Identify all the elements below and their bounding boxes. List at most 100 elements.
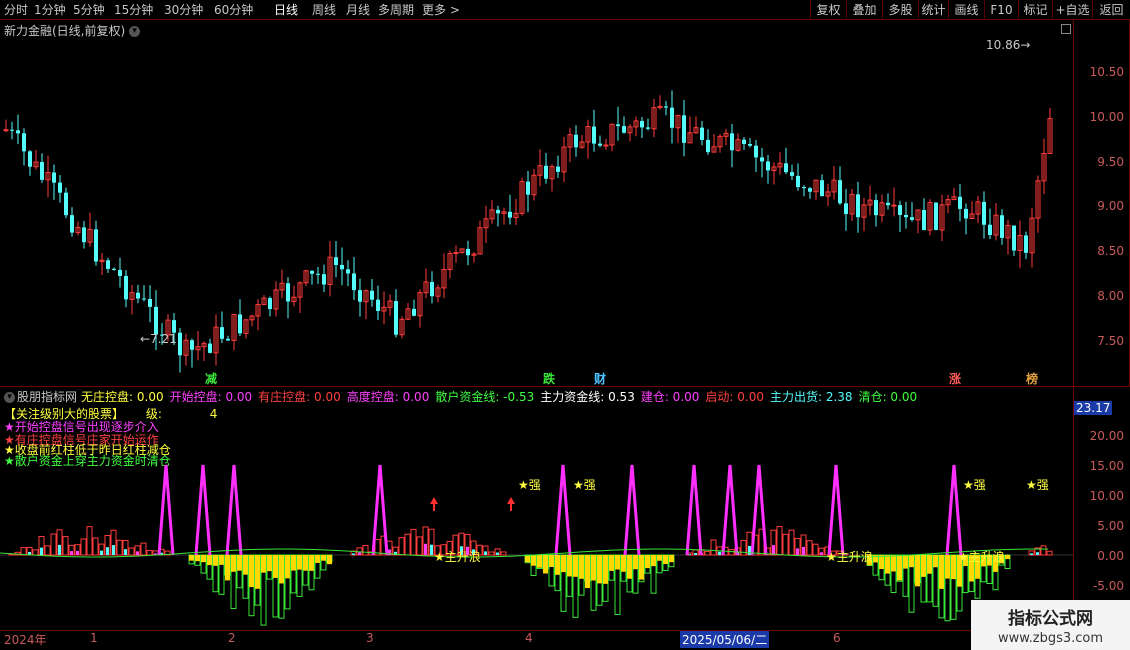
candle-body xyxy=(603,144,609,147)
event-mark-bang[interactable]: 榜 xyxy=(1026,370,1038,387)
candle-body xyxy=(934,202,938,230)
event-mark-cai[interactable]: 财 xyxy=(594,370,606,387)
rise-label: ★主升浪 xyxy=(434,550,481,564)
candle-body xyxy=(226,338,230,341)
candle-body xyxy=(394,301,398,335)
candle-body xyxy=(340,264,344,270)
candle-body xyxy=(898,205,902,215)
negative-bar xyxy=(213,555,218,566)
candle-body xyxy=(526,181,530,195)
negative-bar xyxy=(309,555,314,571)
negative-bar xyxy=(321,555,326,561)
negative-bar xyxy=(207,555,212,566)
capital-bar xyxy=(58,544,61,555)
candle-body xyxy=(40,162,44,180)
negative-bar xyxy=(585,555,590,589)
indicator-current-value: 23.17 xyxy=(1074,401,1112,415)
price-tick: 8.50 xyxy=(1097,244,1124,258)
candle-body xyxy=(622,126,626,133)
capital-bar xyxy=(40,547,43,555)
capital-bar xyxy=(100,550,103,555)
candle-body xyxy=(238,314,242,334)
indicator-chart[interactable] xyxy=(0,387,1073,630)
control-bar xyxy=(1046,550,1053,556)
date-label: 6 xyxy=(833,631,841,645)
candle-body xyxy=(922,210,926,231)
candle-body xyxy=(118,269,122,276)
period-1min[interactable]: 1分钟 xyxy=(34,2,66,18)
candle-body xyxy=(616,124,620,127)
candle-body xyxy=(574,134,578,148)
period-more[interactable]: 更多 > xyxy=(422,2,460,18)
capital-bar xyxy=(106,547,109,555)
event-mark-jian[interactable]: 减 xyxy=(205,370,217,387)
draw-line-button[interactable]: 画线 xyxy=(948,0,984,20)
negative-bar xyxy=(525,555,530,563)
period-60min[interactable]: 60分钟 xyxy=(214,2,253,18)
candle-body xyxy=(466,248,470,256)
rise-label: ★主升浪 xyxy=(958,550,1005,564)
control-bar xyxy=(404,533,411,556)
f10-button[interactable]: F10 xyxy=(984,0,1018,20)
candle-body xyxy=(28,151,32,167)
candle-body xyxy=(148,298,152,307)
capital-bar xyxy=(430,544,433,555)
watermark-url: www.zbgs3.com xyxy=(997,631,1104,646)
negative-bar xyxy=(327,555,332,565)
negative-bar xyxy=(903,555,908,569)
control-bar xyxy=(146,550,153,556)
price-tick: 10.50 xyxy=(1089,65,1124,79)
candle-body xyxy=(670,107,674,128)
event-mark-die[interactable]: 跌 xyxy=(543,370,555,387)
period-multi[interactable]: 多周期 xyxy=(378,2,414,18)
back-button[interactable]: 返回 xyxy=(1092,0,1130,20)
period-fenshi[interactable]: 分时 xyxy=(4,2,28,18)
candle-body xyxy=(1000,215,1004,238)
multi-stock-button[interactable]: 多股 xyxy=(882,0,918,20)
capital-bar xyxy=(796,548,799,555)
add-watchlist-button[interactable]: +自选 xyxy=(1052,0,1092,20)
candle-body xyxy=(808,188,812,192)
candle-body xyxy=(640,120,644,128)
negative-bar xyxy=(303,555,308,571)
candle-body xyxy=(508,211,512,218)
candle-body xyxy=(496,209,500,214)
overlay-button[interactable]: 叠加 xyxy=(846,0,882,20)
candle-body xyxy=(124,275,128,300)
control-bar xyxy=(710,539,717,556)
mark-button[interactable]: 标记 xyxy=(1018,0,1052,20)
event-mark-zhang[interactable]: 涨 xyxy=(949,370,961,387)
negative-bar xyxy=(231,555,236,572)
period-monthly[interactable]: 月线 xyxy=(346,2,370,18)
stats-button[interactable]: 统计 xyxy=(918,0,948,20)
candle-body xyxy=(334,257,338,265)
control-bar xyxy=(812,543,819,556)
price-tick: 9.00 xyxy=(1097,199,1124,213)
candle-body xyxy=(988,224,992,236)
period-weekly[interactable]: 周线 xyxy=(312,2,336,18)
control-bar xyxy=(80,538,87,556)
period-30min[interactable]: 30分钟 xyxy=(164,2,203,18)
control-bar xyxy=(62,536,69,556)
candle-body xyxy=(1024,235,1028,253)
candle-body xyxy=(154,306,158,335)
period-15min[interactable]: 15分钟 xyxy=(114,2,153,18)
high-price-label: 10.86→ xyxy=(986,38,1030,52)
candle-body xyxy=(754,145,758,158)
candle-body xyxy=(544,165,548,179)
candle-body xyxy=(790,172,794,176)
fuquan-button[interactable]: 复权 xyxy=(810,0,846,20)
candle-body xyxy=(136,292,140,299)
negative-bar xyxy=(651,555,656,567)
candle-body xyxy=(16,130,20,134)
negative-bar xyxy=(189,555,194,561)
candle-body xyxy=(190,340,194,350)
low-price-label: ←7.21 xyxy=(140,332,177,346)
period-5min[interactable]: 5分钟 xyxy=(73,2,105,18)
period-daily[interactable]: 日线 xyxy=(274,2,298,18)
negative-bar xyxy=(219,555,224,565)
negative-bar xyxy=(591,555,596,581)
negative-bar xyxy=(663,555,668,565)
strong-label: ★强 xyxy=(963,478,986,492)
negative-bar xyxy=(573,555,578,577)
